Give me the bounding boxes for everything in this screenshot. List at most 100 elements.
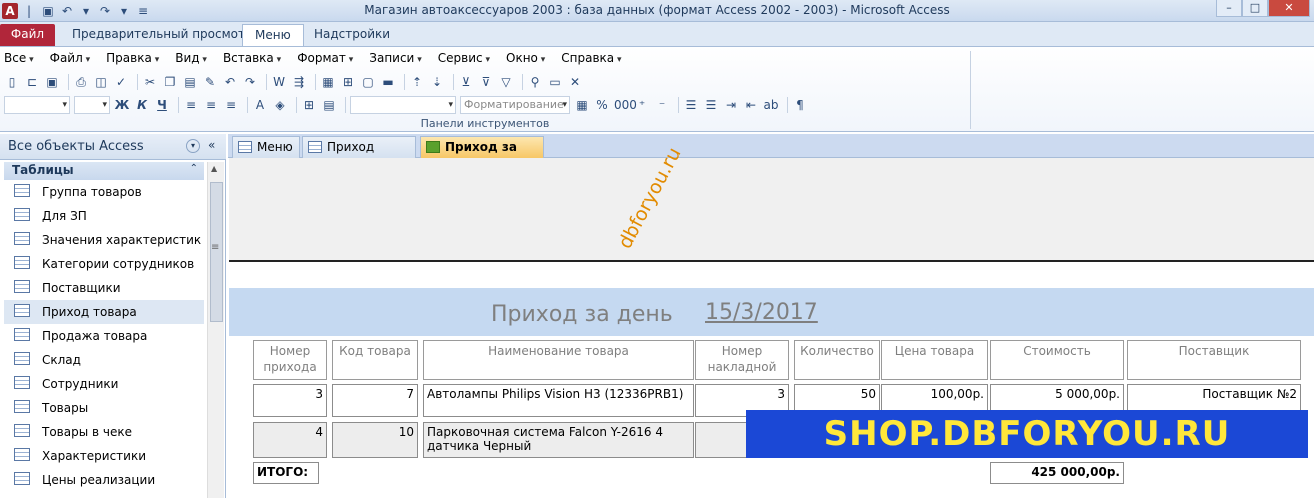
menu-view[interactable]: Вид (175, 51, 207, 69)
collapse-pane-icon[interactable]: « (208, 138, 215, 152)
tab-addins[interactable]: Надстройки (302, 24, 402, 46)
undo-icon[interactable]: ↶ (222, 74, 238, 90)
nav-item-label: Продажа товара (42, 329, 148, 343)
highlight-icon[interactable]: ab (763, 97, 779, 113)
filter-form-icon[interactable]: ⊽ (478, 74, 494, 90)
apply-format-icon[interactable]: ▦ (574, 97, 590, 113)
font-name-combo[interactable] (4, 96, 70, 114)
nav-group-tables[interactable]: Таблицы ⌃ (4, 162, 204, 180)
font-color-icon[interactable]: A (252, 97, 268, 113)
line-style-icon[interactable]: ▤ (321, 97, 337, 113)
format-painter-icon[interactable]: ✎ (202, 74, 218, 90)
table-icon (14, 472, 30, 485)
decimal-decrease-icon[interactable]: ⁻ (654, 97, 670, 113)
indent-icon[interactable]: ⇥ (723, 97, 739, 113)
font-size-combo[interactable] (74, 96, 110, 114)
menu-help[interactable]: Справка (561, 51, 621, 69)
nav-item-selected[interactable]: Приход товара (4, 300, 204, 324)
nav-item[interactable]: Цены реализации (4, 468, 204, 492)
properties-icon[interactable]: ▦ (320, 74, 336, 90)
percent-icon[interactable]: % (594, 97, 610, 113)
menu-file[interactable]: Файл (50, 51, 91, 69)
new-icon[interactable]: ▯ (4, 74, 20, 90)
fill-color-icon[interactable]: ◈ (272, 97, 288, 113)
separator (137, 74, 138, 90)
report-title: Приход за день (491, 302, 673, 327)
paragraph-icon[interactable]: ¶ (792, 97, 808, 113)
redo-icon[interactable]: ↷ (242, 74, 258, 90)
bullet-list-icon[interactable]: ☰ (703, 97, 719, 113)
menu-records[interactable]: Записи (369, 51, 421, 69)
sort-asc-icon[interactable]: ⇡ (409, 74, 425, 90)
nav-item[interactable]: Категории сотрудников (4, 252, 204, 276)
nav-item[interactable]: Значения характеристик (4, 228, 204, 252)
nav-item[interactable]: Для ЗП (4, 204, 204, 228)
paste-icon[interactable]: ▤ (182, 74, 198, 90)
tab-file[interactable]: Файл (0, 24, 55, 46)
italic-button[interactable]: К (134, 97, 150, 113)
filter-icon[interactable]: ▽ (498, 74, 514, 90)
filter-selection-icon[interactable]: ⊻ (458, 74, 474, 90)
align-center-icon[interactable]: ≡ (203, 97, 219, 113)
sort-desc-icon[interactable]: ⇣ (429, 74, 445, 90)
table-icon (14, 328, 30, 341)
nav-header[interactable]: Все объекты Access ▾ « (0, 134, 226, 160)
copy-icon[interactable]: ❐ (162, 74, 178, 90)
tab-menu[interactable]: Меню (242, 24, 304, 46)
relationships-icon[interactable]: ⊞ (340, 74, 356, 90)
ribbon-group-label: Панели инструментов (420, 117, 550, 130)
menu-edit[interactable]: Правка (106, 51, 159, 69)
doc-tab-prihod-za-den[interactable]: Приход за день (420, 136, 544, 174)
maximize-button[interactable]: □ (1242, 0, 1268, 17)
menu-all[interactable]: Все (4, 51, 34, 69)
print-icon[interactable]: ⎙ (73, 74, 89, 90)
minimize-button[interactable]: – (1216, 0, 1242, 17)
separator (678, 97, 679, 113)
separator (266, 74, 267, 90)
nav-item[interactable]: Товары в чеке (4, 420, 204, 444)
analyze-icon[interactable]: ⇶ (291, 74, 307, 90)
color-icon[interactable]: ▬ (380, 74, 396, 90)
new-record-icon[interactable]: ▭ (547, 74, 563, 90)
align-left-icon[interactable]: ≡ (183, 97, 199, 113)
thousands-icon[interactable]: 000 (614, 97, 637, 113)
nav-item[interactable]: Поставщики (4, 276, 204, 300)
nav-item[interactable]: Характеристики (4, 444, 204, 468)
tab-print-preview[interactable]: Предварительный просмотр (60, 24, 265, 46)
toolbox-icon[interactable]: ▢ (360, 74, 376, 90)
nav-item[interactable]: Сотрудники (4, 372, 204, 396)
nav-item[interactable]: Товары (4, 396, 204, 420)
nav-item[interactable]: Продажа товара (4, 324, 204, 348)
doc-tab-menu[interactable]: Меню (232, 136, 300, 158)
spelling-icon[interactable]: ✓ (113, 74, 129, 90)
office-links-icon[interactable]: W (271, 74, 287, 90)
numbered-list-icon[interactable]: ☰ (683, 97, 699, 113)
nav-item[interactable]: Группа товаров (4, 180, 204, 204)
format-combo[interactable]: Форматирование (460, 96, 570, 114)
object-combo[interactable] (350, 96, 456, 114)
outdent-icon[interactable]: ⇤ (743, 97, 759, 113)
align-right-icon[interactable]: ≡ (223, 97, 239, 113)
bold-button[interactable]: Ж (114, 97, 130, 113)
nav-scrollbar[interactable]: ▲ ≡ (207, 162, 224, 498)
scroll-up-icon[interactable]: ▲ (211, 164, 217, 173)
nav-menu-chevron-icon[interactable]: ▾ (186, 139, 200, 153)
print-preview-icon[interactable]: ◫ (93, 74, 109, 90)
nav-item[interactable]: Склад (4, 348, 204, 372)
underline-button[interactable]: Ч (154, 97, 170, 113)
save-icon[interactable]: ▣ (44, 74, 60, 90)
gridlines-icon[interactable]: ⊞ (301, 97, 317, 113)
collapse-group-icon[interactable]: ⌃ (190, 163, 198, 174)
menu-tools[interactable]: Сервис (438, 51, 490, 69)
cut-icon[interactable]: ✂ (142, 74, 158, 90)
nav-group-label: Таблицы (12, 163, 74, 177)
doc-tab-prihod-tovara[interactable]: Приход товара (302, 136, 416, 174)
open-folder-icon[interactable]: ⊏ (24, 74, 40, 90)
menu-insert[interactable]: Вставка (223, 51, 281, 69)
menu-window[interactable]: Окно (506, 51, 545, 69)
close-button[interactable]: ✕ (1268, 0, 1310, 17)
delete-record-icon[interactable]: ✕ (567, 74, 583, 90)
menu-format[interactable]: Формат (297, 51, 353, 69)
decimal-increase-icon[interactable]: ⁺ (634, 97, 650, 113)
find-icon[interactable]: ⚲ (527, 74, 543, 90)
